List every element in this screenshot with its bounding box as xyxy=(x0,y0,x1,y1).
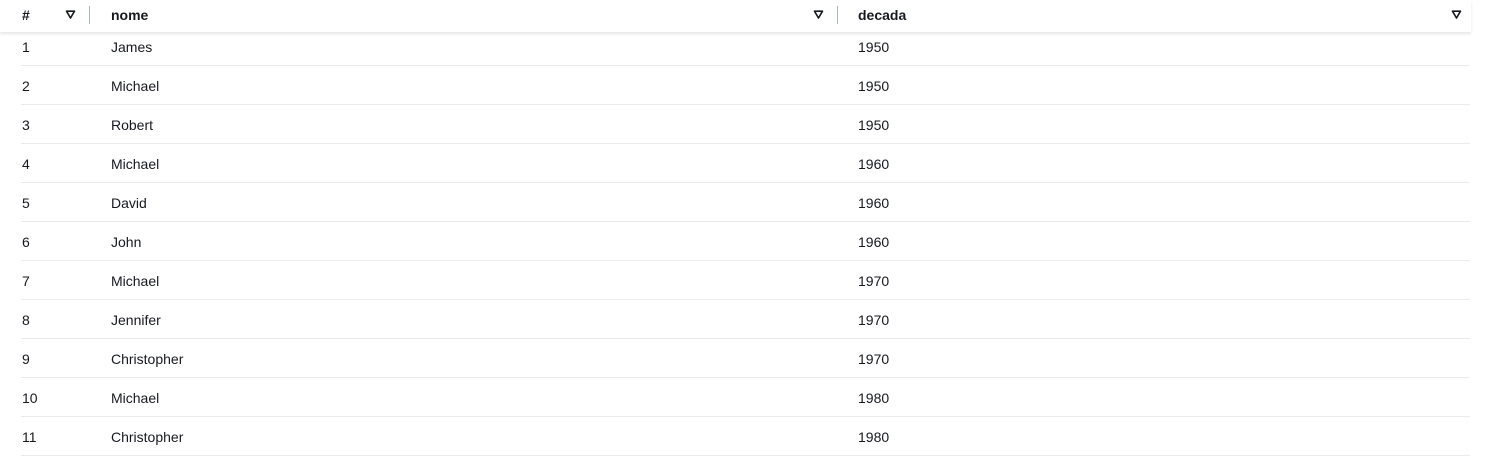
table-row[interactable]: 5 David 1960 xyxy=(21,183,1470,222)
nome-cell: Michael xyxy=(111,273,160,289)
column-divider[interactable] xyxy=(837,6,838,24)
row-number-cell: 6 xyxy=(22,234,30,250)
table-row[interactable]: 2 Michael 1950 xyxy=(21,66,1470,105)
row-number-cell: 8 xyxy=(22,312,30,328)
row-number-cell: 9 xyxy=(22,351,30,367)
row-number-cell: 7 xyxy=(22,273,30,289)
row-number-cell: 4 xyxy=(22,156,30,172)
column-header-label: # xyxy=(22,7,30,23)
decada-cell: 1980 xyxy=(858,390,890,406)
nome-cell: Robert xyxy=(111,117,154,133)
nome-cell: Christopher xyxy=(111,429,184,445)
column-header-nome[interactable]: nome xyxy=(111,0,831,32)
table-row[interactable]: 3 Robert 1950 xyxy=(21,105,1470,144)
table-header: # nome decada xyxy=(0,0,1471,32)
table-row[interactable]: 4 Michael 1960 xyxy=(21,144,1470,183)
column-header-label: nome xyxy=(111,7,149,23)
decada-cell: 1950 xyxy=(858,78,890,94)
decada-cell: 1980 xyxy=(858,429,890,445)
nome-cell: Jennifer xyxy=(111,312,161,328)
row-number-cell: 10 xyxy=(22,390,38,406)
nome-cell: Michael xyxy=(111,390,160,406)
decada-cell: 1970 xyxy=(858,351,890,367)
decada-cell: 1950 xyxy=(858,39,890,55)
table-row[interactable]: 8 Jennifer 1970 xyxy=(21,300,1470,339)
row-number-cell: 2 xyxy=(22,78,30,94)
row-number-cell: 11 xyxy=(22,429,37,445)
decada-cell: 1970 xyxy=(858,273,890,289)
decada-cell: 1960 xyxy=(858,234,890,250)
results-table: # nome decada 1 James 1950 2 Michael 195… xyxy=(0,0,1486,460)
table-row[interactable]: 9 Christopher 1970 xyxy=(21,339,1470,378)
nome-cell: James xyxy=(111,39,153,55)
nome-cell: David xyxy=(111,195,147,211)
row-number-cell: 5 xyxy=(22,195,30,211)
column-header-decada[interactable]: decada xyxy=(858,0,1458,32)
decada-cell: 1960 xyxy=(858,156,890,172)
row-number-cell: 1 xyxy=(22,39,30,55)
table-row[interactable]: 6 John 1960 xyxy=(21,222,1470,261)
table-row[interactable]: 10 Michael 1980 xyxy=(21,378,1470,417)
column-header-label: decada xyxy=(858,7,907,23)
row-number-cell: 3 xyxy=(22,117,30,133)
sort-triangle-down-icon[interactable] xyxy=(813,9,824,20)
nome-cell: John xyxy=(111,234,142,250)
column-header-number[interactable]: # xyxy=(22,0,88,32)
nome-cell: Michael xyxy=(111,156,160,172)
decada-cell: 1960 xyxy=(858,195,890,211)
sort-triangle-down-icon[interactable] xyxy=(65,9,76,20)
nome-cell: Christopher xyxy=(111,351,184,367)
table-body: 1 James 1950 2 Michael 1950 3 Robert 195… xyxy=(0,27,1471,456)
nome-cell: Michael xyxy=(111,78,160,94)
table-row[interactable]: 1 James 1950 xyxy=(21,27,1470,66)
table-row[interactable]: 7 Michael 1970 xyxy=(21,261,1470,300)
column-divider[interactable] xyxy=(89,6,90,24)
decada-cell: 1950 xyxy=(858,117,890,133)
sort-triangle-down-icon[interactable] xyxy=(1451,9,1462,20)
table-row[interactable]: 11 Christopher 1980 xyxy=(21,417,1470,456)
decada-cell: 1970 xyxy=(858,312,890,328)
